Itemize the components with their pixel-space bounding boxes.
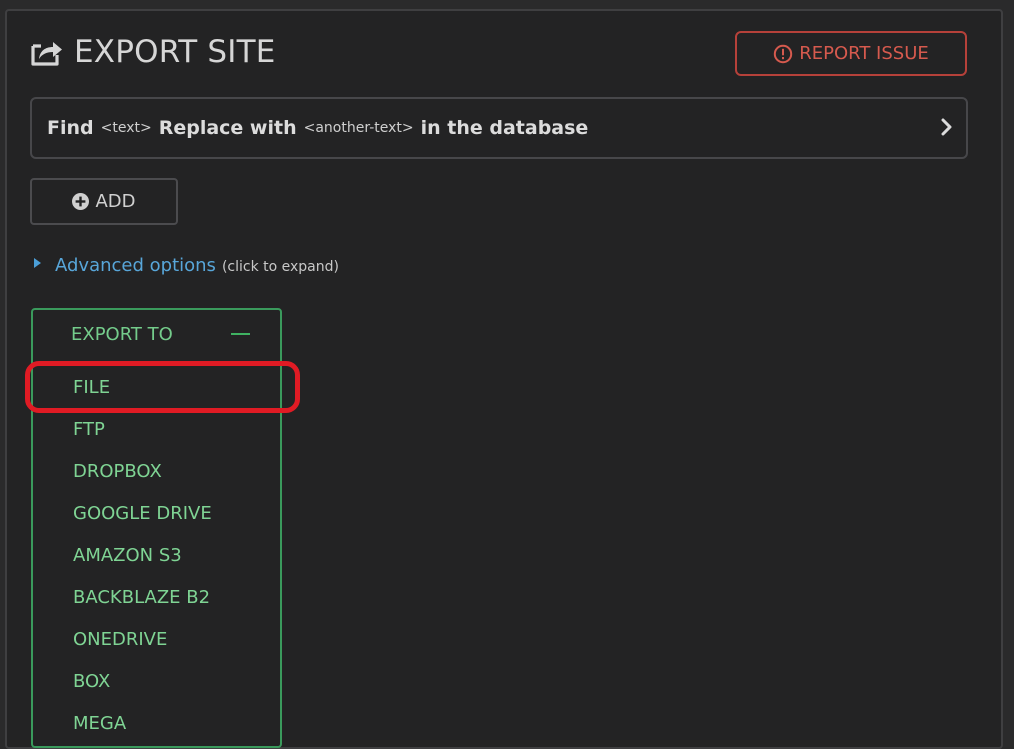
add-button[interactable]: ADD <box>30 178 178 225</box>
export-share-icon <box>31 42 62 66</box>
export-item-backblaze-b2[interactable]: BACKBLAZE B2 <box>73 587 210 608</box>
export-to-heading: EXPORT TO <box>71 324 173 345</box>
chevron-right-icon <box>941 118 952 136</box>
find-replace-suffix: in the database <box>420 117 589 139</box>
report-issue-label: REPORT ISSUE <box>799 43 929 64</box>
export-item-onedrive[interactable]: ONEDRIVE <box>73 629 167 650</box>
find-replace-row[interactable]: Find <text> Replace with <another-text> … <box>30 97 968 159</box>
export-item-mega[interactable]: MEGA <box>73 713 126 734</box>
export-item-box[interactable]: BOX <box>73 671 110 692</box>
plus-circle-icon <box>72 193 90 210</box>
advanced-options-toggle[interactable]: Advanced options (click to expand) <box>34 255 339 276</box>
export-item-dropbox[interactable]: DROPBOX <box>73 461 162 482</box>
add-button-label: ADD <box>95 191 136 212</box>
export-item-file[interactable]: FILE <box>73 377 110 398</box>
advanced-options-link[interactable]: Advanced options <box>55 255 216 276</box>
advanced-options-hint: (click to expand) <box>221 259 339 275</box>
replace-label: Replace with <box>158 117 297 139</box>
collapse-minus-icon[interactable] <box>231 333 250 335</box>
export-to-menu: EXPORT TO FILE FTP DROPBOX GOOGLE DRIVE … <box>31 308 282 748</box>
export-item-amazon-s3[interactable]: AMAZON S3 <box>73 545 182 566</box>
export-item-google-drive[interactable]: GOOGLE DRIVE <box>73 503 212 524</box>
page-header: EXPORT SITE <box>30 30 276 74</box>
find-placeholder: <text> <box>100 120 152 136</box>
find-label: Find <box>47 117 94 139</box>
alert-circle-icon <box>774 44 793 63</box>
page-title: EXPORT SITE <box>74 34 276 70</box>
report-issue-button[interactable]: REPORT ISSUE <box>735 31 967 76</box>
caret-right-icon <box>34 257 41 268</box>
export-item-ftp[interactable]: FTP <box>73 419 105 440</box>
replace-placeholder: <another-text> <box>303 120 414 136</box>
